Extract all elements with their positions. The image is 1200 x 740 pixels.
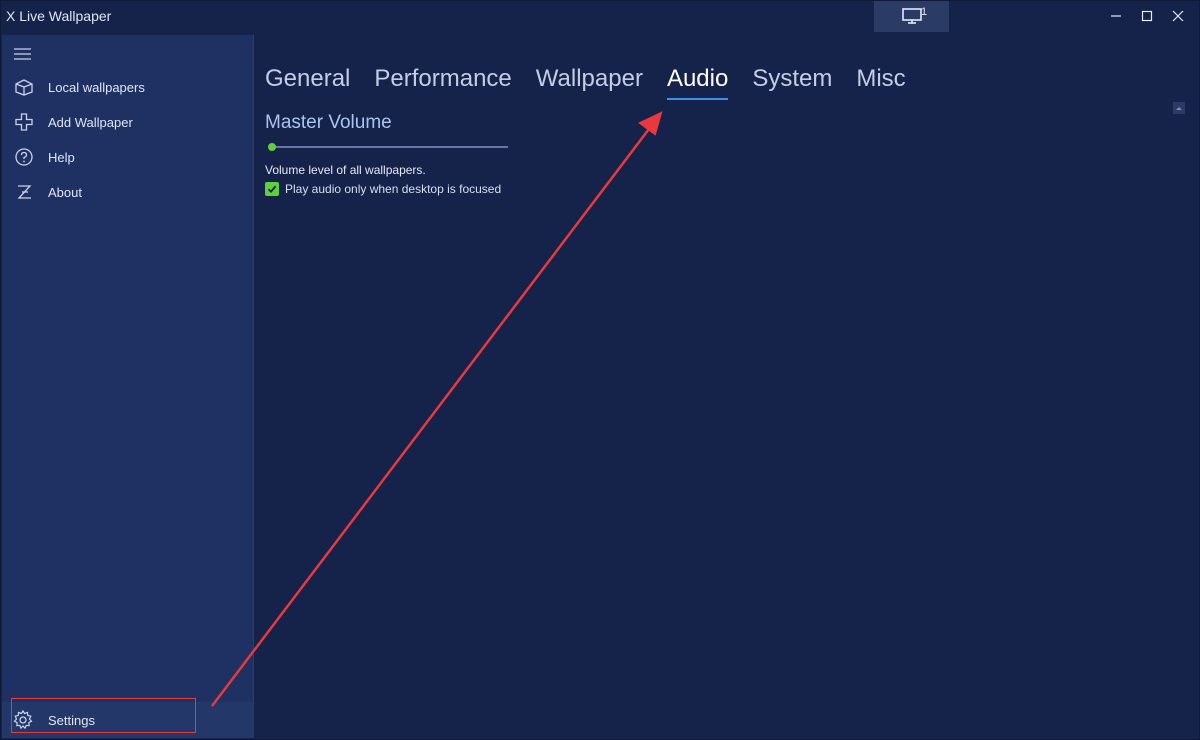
- hamburger-menu-button[interactable]: [14, 47, 32, 66]
- plus-icon: [15, 113, 33, 131]
- master-volume-slider[interactable]: [269, 146, 508, 148]
- sidebar: Local wallpapers Add Wallpaper Help Abou…: [2, 35, 254, 738]
- settings-panel: General Performance Wallpaper Audio Syst…: [255, 35, 1197, 738]
- sidebar-item-label: Add Wallpaper: [48, 115, 133, 130]
- minimize-icon: [1111, 15, 1121, 17]
- settings-tabs: General Performance Wallpaper Audio Syst…: [265, 65, 930, 100]
- volume-description: Volume level of all wallpapers.: [265, 163, 426, 177]
- about-icon: [17, 185, 32, 199]
- close-icon: [1172, 10, 1184, 22]
- sidebar-item-label: Help: [48, 150, 75, 165]
- checkmark-icon: [267, 185, 277, 194]
- tab-performance[interactable]: Performance: [374, 65, 511, 93]
- monitor-icon: [901, 8, 922, 24]
- help-icon: [15, 148, 33, 166]
- hamburger-icon: [14, 48, 31, 60]
- annotation-highlight-box: [11, 698, 196, 733]
- audio-focus-checkbox-row[interactable]: Play audio only when desktop is focused: [265, 182, 501, 196]
- tab-wallpaper[interactable]: Wallpaper: [536, 65, 643, 93]
- tab-general[interactable]: General: [265, 65, 350, 93]
- scroll-up-button[interactable]: [1173, 102, 1185, 114]
- title-bar: X Live Wallpaper 1: [0, 0, 1200, 35]
- maximize-icon: [1141, 10, 1153, 22]
- tab-audio[interactable]: Audio: [666, 65, 729, 100]
- sidebar-item-local-wallpapers[interactable]: Local wallpapers: [2, 72, 254, 102]
- app-title: X Live Wallpaper: [6, 8, 112, 24]
- sidebar-item-about[interactable]: About: [2, 177, 254, 207]
- audio-focus-checkbox-label: Play audio only when desktop is focused: [285, 182, 502, 196]
- master-volume-slider-thumb[interactable]: [268, 143, 276, 151]
- tab-misc[interactable]: Misc: [856, 65, 905, 93]
- close-button[interactable]: [1160, 0, 1196, 32]
- audio-focus-checkbox[interactable]: [265, 182, 279, 196]
- sidebar-item-label: Local wallpapers: [48, 80, 145, 95]
- sidebar-item-help[interactable]: Help: [2, 142, 254, 172]
- tab-system[interactable]: System: [752, 65, 832, 93]
- monitor-selector-button[interactable]: 1: [874, 0, 949, 32]
- section-title-master-volume: Master Volume: [265, 112, 392, 133]
- sidebar-item-add-wallpaper[interactable]: Add Wallpaper: [2, 107, 254, 137]
- sidebar-item-label: About: [48, 185, 82, 200]
- local-wallpapers-icon: [15, 79, 33, 96]
- monitor-count: 1: [921, 6, 928, 18]
- chevron-up-icon: [1176, 107, 1182, 110]
